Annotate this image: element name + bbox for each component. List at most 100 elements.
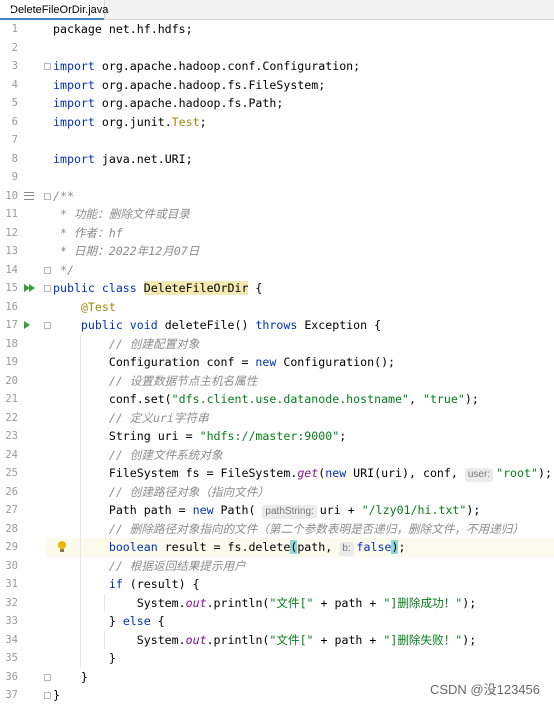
code-token: get (297, 466, 319, 480)
code-token: { (157, 614, 165, 628)
code-token: uri + (319, 503, 362, 517)
code-token: out (185, 595, 207, 610)
fold-marker-icon[interactable] (44, 692, 51, 699)
code-line[interactable]: @Test (53, 298, 116, 317)
code-line[interactable]: String uri = "hdfs://master:9000"; (53, 427, 346, 446)
code-line[interactable]: } (53, 649, 116, 668)
line-number: 3 (11, 60, 18, 72)
code-token: * 日期：2022年12月07日 (53, 244, 200, 258)
code-line[interactable]: package net.hf.hdfs; (53, 20, 193, 39)
code-token: ; (398, 540, 406, 554)
code-line[interactable]: import java.net.URI; (53, 150, 193, 169)
line-number: 16 (5, 300, 18, 313)
line-number: 37 (5, 689, 18, 701)
fold-marker-icon[interactable] (44, 192, 51, 200)
code-line[interactable]: } (53, 686, 60, 705)
code-token: "true" (422, 392, 465, 406)
line-number: 30 (5, 559, 18, 572)
code-token: "root" (496, 466, 538, 480)
code-token: new (192, 503, 221, 517)
fold-marker-icon[interactable] (44, 285, 51, 292)
code-token: "dfs.client.use.datanode.hostname" (171, 392, 409, 406)
line-number: 17 (5, 319, 18, 331)
intention-bulb-icon[interactable] (58, 541, 66, 552)
code-token: } (53, 688, 60, 702)
code-line[interactable]: // 设置数据节点主机名属性 (53, 372, 257, 391)
code-token: * 作者：hf (53, 225, 123, 240)
code-token: .println( (206, 595, 270, 610)
code-editor[interactable]: package net.hf.hdfs; import org.apache.ha… (46, 20, 554, 708)
render-doc-icon[interactable] (24, 191, 34, 200)
code-token: (result) { (129, 577, 200, 591)
code-line[interactable]: // 根据返回结果提示用户 (53, 557, 246, 576)
code-token: + path + (313, 595, 384, 610)
code-line[interactable]: } (53, 668, 88, 687)
code-token: throws (255, 318, 305, 332)
parameter-hint: b: (339, 542, 354, 556)
code-line[interactable]: public class DeleteFileOrDir { (53, 279, 262, 298)
line-number: 13 (5, 245, 18, 257)
file-tab-label: DeleteFileOrDir.java (10, 3, 109, 16)
code-line[interactable]: Path path = new Path( pathString: uri + "… (53, 501, 480, 520)
line-number: 31 (5, 578, 18, 590)
code-token: Configuration conf = (53, 355, 256, 369)
line-number: 21 (5, 393, 18, 405)
code-token: ); (537, 466, 552, 480)
line-number: 14 (5, 263, 18, 276)
file-tab[interactable]: DeleteFileOrDir.java (0, 0, 109, 20)
code-token: result = fs.delete (164, 540, 291, 554)
code-line[interactable]: public void deleteFile() throws Exceptio… (53, 316, 381, 335)
line-number: 20 (5, 374, 18, 387)
code-token: DeleteFileOrDir (143, 281, 249, 295)
code-line[interactable]: * 日期：2022年12月07日 (53, 242, 199, 261)
code-token: Path( (220, 503, 263, 517)
code-line[interactable]: // 创建路径对象（指向文件） (53, 483, 269, 502)
run-test-icon[interactable] (24, 321, 36, 330)
code-line[interactable]: /** (53, 187, 74, 206)
code-token: import (53, 114, 95, 129)
code-token: ; (339, 429, 347, 443)
code-line[interactable]: // 定义uri字符串 (53, 409, 209, 428)
fold-marker-icon[interactable] (44, 322, 51, 329)
code-token: System. (53, 595, 186, 610)
code-token: else (122, 614, 158, 628)
code-line[interactable]: * 作者：hf (53, 224, 123, 243)
code-token: path, (297, 540, 340, 554)
run-class-icon[interactable] (24, 284, 36, 293)
code-line[interactable]: */ (53, 261, 74, 280)
indent-guide (104, 593, 105, 612)
line-number: 36 (5, 670, 18, 683)
parameter-hint: pathString: (262, 505, 317, 519)
code-line[interactable]: boolean result = fs.delete(path, b: false… (53, 538, 405, 557)
line-number: 22 (5, 411, 18, 424)
code-line[interactable]: System.out.println("文件[" + path + "]删除成功… (53, 594, 477, 613)
code-token: ); (464, 392, 479, 406)
code-line[interactable]: System.out.println("文件[" + path + "]删除失败… (53, 631, 477, 650)
code-line[interactable]: // 创建文件系统对象 (53, 446, 223, 465)
fold-marker-icon[interactable] (44, 266, 51, 274)
code-line[interactable]: if (result) { (53, 575, 200, 594)
code-line[interactable]: import org.junit.Test; (53, 113, 207, 132)
line-number: 5 (11, 97, 18, 109)
fold-marker-icon[interactable] (44, 63, 51, 70)
code-line[interactable]: // 删除路径对象指向的文件（第二个参数表明是否递归，删除文件，不用递归） (53, 520, 524, 539)
code-token: // 根据返回结果提示用户 (108, 558, 246, 573)
code-line[interactable]: } else { (53, 612, 165, 631)
line-number: 32 (5, 596, 18, 609)
code-token: java.net.URI; (94, 151, 193, 166)
code-line[interactable]: conf.set("dfs.client.use.datanode.hostna… (53, 390, 479, 409)
fold-marker-icon[interactable] (44, 673, 51, 681)
code-line[interactable]: Configuration conf = new Configuration()… (53, 353, 395, 372)
code-line[interactable]: import org.apache.hadoop.fs.Path; (53, 94, 283, 113)
code-token: } (53, 669, 88, 684)
code-line[interactable]: FileSystem fs = FileSystem.get(new URI(u… (53, 464, 552, 483)
code-token: .println( (206, 632, 270, 647)
line-number: 25 (5, 467, 18, 479)
code-token: import (53, 96, 95, 110)
line-number: 4 (11, 78, 18, 91)
code-line[interactable]: import org.apache.hadoop.conf.Configurat… (53, 57, 360, 76)
code-line[interactable]: * 功能：删除文件或目录 (53, 205, 190, 224)
code-line[interactable]: import org.apache.hadoop.fs.FileSystem; (53, 76, 325, 95)
code-line[interactable]: // 创建配置对象 (53, 335, 200, 354)
